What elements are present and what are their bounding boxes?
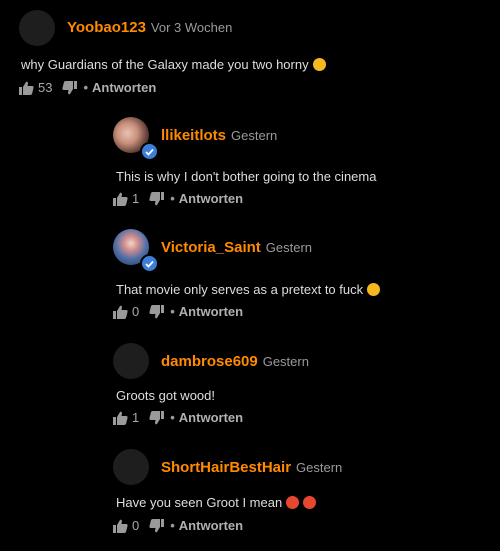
timestamp: Gestern xyxy=(231,128,278,143)
separator-dot: • xyxy=(170,518,175,533)
username[interactable]: llikeitlots xyxy=(161,127,226,144)
like-count: 1 xyxy=(132,410,140,425)
comment-body: why Guardians of the Galaxy made you two… xyxy=(21,57,309,72)
like-count: 0 xyxy=(132,518,140,533)
username[interactable]: Yoobao123 xyxy=(67,19,146,36)
grinning-squinting-emoji-icon xyxy=(312,58,326,71)
thumbs-down-icon[interactable] xyxy=(149,518,165,533)
comment-reply: llikeitlots Gestern This is why I don't b… xyxy=(0,100,500,212)
thumbs-up-icon[interactable] xyxy=(113,305,128,319)
comment-header: dambrose609 Gestern xyxy=(161,353,309,371)
verified-badge-icon xyxy=(140,254,159,273)
like-count: 1 xyxy=(132,191,140,206)
thumbs-down-icon[interactable] xyxy=(149,304,165,319)
separator-dot: • xyxy=(170,410,175,425)
avatar[interactable] xyxy=(113,449,149,485)
avatar[interactable] xyxy=(113,343,149,379)
separator-dot: • xyxy=(170,191,175,206)
thumbs-down-icon[interactable] xyxy=(149,191,165,206)
comment: Yoobao123 Vor 3 Wochen why Guardians of t… xyxy=(0,0,500,100)
timestamp: Gestern xyxy=(262,354,309,369)
thumbs-down-icon[interactable] xyxy=(62,80,78,95)
comment-text: why Guardians of the Galaxy made you two… xyxy=(21,57,326,72)
comment-body: This is why I don't bother going to the … xyxy=(116,169,377,184)
comment-header: ShortHairBestHair Gestern xyxy=(161,459,342,477)
comment-reply: dambrose609 Gestern Groots got wood! 1 • … xyxy=(0,325,500,432)
comment-actions: 1 • Antworten xyxy=(113,191,243,206)
thumbs-up-icon[interactable] xyxy=(113,519,128,533)
thumbs-up-icon[interactable] xyxy=(19,81,34,95)
separator-dot: • xyxy=(83,80,89,95)
timestamp: Gestern xyxy=(265,240,313,255)
exploding-head-emoji-icon xyxy=(303,496,317,509)
reply-button[interactable]: Antworten xyxy=(179,410,243,425)
verified-badge-icon xyxy=(140,142,159,161)
comment-body: That movie only serves as a pretext to f… xyxy=(116,282,364,297)
thumbs-up-icon[interactable] xyxy=(113,192,128,206)
comment-actions: 53 • Antworten xyxy=(19,80,156,95)
avatar[interactable] xyxy=(19,10,55,46)
like-count: 53 xyxy=(38,80,53,95)
like-count: 0 xyxy=(132,304,140,319)
reply-button[interactable]: Antworten xyxy=(179,304,243,319)
comment-text: Have you seen Groot I mean xyxy=(116,495,317,510)
thumbs-down-icon[interactable] xyxy=(149,410,165,425)
comment-actions: 1 • Antworten xyxy=(113,410,243,425)
username[interactable]: ShortHairBestHair xyxy=(161,459,291,476)
reply-button[interactable]: Antworten xyxy=(179,518,243,533)
smirking-emoji-icon xyxy=(367,283,381,296)
comment-text: This is why I don't bother going to the … xyxy=(116,169,376,184)
comment-header: llikeitlots Gestern xyxy=(161,127,277,145)
comment-body: Have you seen Groot I mean xyxy=(116,495,283,510)
comment-header: Victoria_Saint Gestern xyxy=(161,239,312,257)
comment-header: Yoobao123 Vor 3 Wochen xyxy=(67,19,232,37)
comment-actions: 0 • Antworten xyxy=(113,518,243,533)
timestamp: Gestern xyxy=(296,460,343,475)
comment-text: Groots got wood! xyxy=(116,388,215,403)
reply-button[interactable]: Antworten xyxy=(92,80,156,95)
timestamp: Vor 3 Wochen xyxy=(150,20,233,35)
comment-actions: 0 • Antworten xyxy=(113,304,243,319)
username[interactable]: dambrose609 xyxy=(161,353,258,370)
separator-dot: • xyxy=(170,304,175,319)
comment-body: Groots got wood! xyxy=(116,388,215,403)
reply-button[interactable]: Antworten xyxy=(179,191,243,206)
comment-reply: ShortHairBestHair Gestern Have you seen G… xyxy=(0,432,500,551)
username[interactable]: Victoria_Saint xyxy=(161,239,261,256)
thumbs-up-icon[interactable] xyxy=(113,411,128,425)
exploding-head-emoji-icon xyxy=(286,496,300,509)
comment-reply: Victoria_Saint Gestern That movie only se… xyxy=(0,212,500,325)
comment-text: That movie only serves as a pretext to f… xyxy=(116,282,381,297)
